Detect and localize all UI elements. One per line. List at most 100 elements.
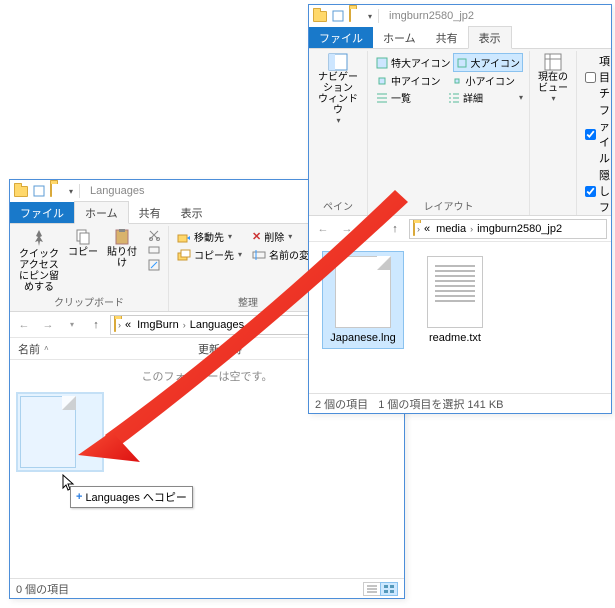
chevron-right-icon[interactable]: › [417,224,420,234]
file-label: Japanese.lng [330,332,395,344]
copy-button[interactable]: コピー [68,228,98,258]
nav-back-button[interactable]: ← [313,219,333,239]
moveto-icon [177,230,191,244]
small-icons-button[interactable]: 小アイコン [449,72,524,89]
pasteshortcut-button[interactable] [146,258,162,272]
folder-icon [413,223,415,235]
chevron-down-icon: ▾ [288,232,292,241]
qat-props-icon[interactable] [331,9,345,23]
tab-home[interactable]: ホーム [74,201,129,224]
file-icon [335,256,391,328]
navpane-button[interactable]: ナビゲーション ウィンドウ▾ [315,53,361,126]
group-showhide: 項目チ ファイル 隠しフ [577,51,615,215]
group-organize: 移動先▾ コピー先▾ ✕削除▾ 名前の変更 整理 [169,226,328,311]
itemcheck-checkbox[interactable]: 項目チ [583,53,612,101]
currentview-button[interactable]: 現在の ビュー▾ [536,53,570,104]
list-icon [376,92,388,104]
qat-newfolder-icon[interactable] [349,9,363,23]
copypath-button[interactable] [146,243,162,257]
crumb-ellipsis[interactable]: « [422,223,432,235]
explorer-window-source: ▾ imgburn2580_jp2 ファイル ホーム 共有 表示 ナビゲーション… [308,4,612,414]
crumb-ellipsis[interactable]: « [123,319,133,331]
folder-icon [313,9,327,23]
moveto-button[interactable]: 移動先▾ [175,228,244,245]
tab-share[interactable]: 共有 [129,202,171,223]
tab-share[interactable]: 共有 [426,27,468,48]
sort-asc-icon: ˄ [44,344,49,353]
folder-icon [14,184,28,198]
ribbon: ナビゲーション ウィンドウ▾ ペイン 特大アイコン 大アイコン 中アイコン 小ア… [309,49,611,216]
copyto-button[interactable]: コピー先▾ [175,246,244,263]
breadcrumb[interactable]: › « media › imgburn2580_jp2 [409,219,607,239]
qat-newfolder-icon[interactable] [50,184,64,198]
chevron-right-icon[interactable]: › [183,320,186,330]
icons-view-button[interactable] [380,582,398,596]
list-button[interactable]: 一覧 [374,89,446,106]
folder-icon [114,319,116,331]
navpane-icon [328,53,348,71]
status-selection: 1 個の項目を選択 141 KB [378,396,503,412]
xlarge-icons-button[interactable]: 特大アイコン [374,53,453,72]
rename-icon [252,248,266,262]
chevron-right-icon[interactable]: › [118,320,121,330]
large-icons-button[interactable]: 大アイコン [453,53,524,72]
copyto-icon [177,248,191,262]
nav-up-button[interactable]: ↑ [86,315,106,335]
window-title: Languages [90,185,144,197]
crumb-folder[interactable]: imgburn2580_jp2 [475,223,564,235]
group-clipboard: クイック アクセス にピン留めする コピー 貼り付け クリップボード [10,226,169,311]
crumb-media[interactable]: media [434,223,468,235]
xlarge-icon [376,57,388,69]
file-label: readme.txt [429,332,481,344]
nav-up-button[interactable]: ↑ [385,219,405,239]
medium-icons-button[interactable]: 中アイコン [374,72,449,89]
statusbar: 0 個の項目 [10,578,404,598]
nav-recent-button[interactable]: ▾ [62,315,82,335]
hidden-checkbox[interactable]: 隠しフ [583,167,612,215]
chevron-down-icon: ▾ [336,117,340,126]
tab-view[interactable]: 表示 [171,202,213,223]
tab-home[interactable]: ホーム [373,27,426,48]
titlebar: ▾ imgburn2580_jp2 [309,5,611,27]
pin-button[interactable]: クイック アクセス にピン留めする [16,228,62,293]
file-item-japanese-lng[interactable]: Japanese.lng [323,252,403,348]
nav-recent-button[interactable]: ▾ [361,219,381,239]
file-item-readme-txt[interactable]: readme.txt [415,252,495,348]
chevron-right-icon[interactable]: › [470,224,473,234]
currentview-icon [544,53,562,71]
plus-icon: + [76,491,82,503]
crumb-imgburn[interactable]: ImgBurn [135,319,181,331]
nav-back-button[interactable]: ← [14,315,34,335]
col-date[interactable]: 更新日時 [190,341,310,357]
status-count: 0 個の項目 [16,581,69,597]
drag-tooltip: + Languages へコピー [70,486,193,508]
tab-file[interactable]: ファイル [10,202,74,223]
separator [79,184,80,198]
paste-button[interactable]: 貼り付け [104,228,140,269]
details-button[interactable]: 詳細 [446,89,518,106]
paste-icon [113,228,131,246]
extensions-checkbox[interactable]: ファイル [583,102,612,166]
view-toggle [364,582,398,596]
medium-icon [376,75,388,87]
file-list[interactable]: Japanese.lng readme.txt [309,242,611,393]
group-layout: 特大アイコン 大アイコン 中アイコン 小アイコン 一覧 詳細 ▾ レイアウト [368,51,530,215]
nav-forward-button: → [337,219,357,239]
col-name[interactable]: 名前˄ [10,341,190,357]
details-view-button[interactable] [363,582,381,596]
qat-dropdown-icon[interactable]: ▾ [368,12,372,21]
crumb-languages[interactable]: Languages [188,319,246,331]
group-currentview: 現在の ビュー▾ [530,51,577,215]
qat-dropdown-icon[interactable]: ▾ [69,187,73,196]
pin-icon [29,228,49,248]
tab-file[interactable]: ファイル [309,27,373,48]
address-bar: ← → ▾ ↑ › « media › imgburn2580_jp2 [309,216,611,242]
separator [378,9,379,23]
cut-button[interactable] [146,228,162,242]
tab-view[interactable]: 表示 [468,26,512,49]
chevron-down-icon[interactable]: ▾ [519,93,523,102]
nav-forward-button: → [38,315,58,335]
qat-props-icon[interactable] [32,184,46,198]
status-count: 2 個の項目 [315,396,368,412]
delete-icon: ✕ [252,230,261,243]
